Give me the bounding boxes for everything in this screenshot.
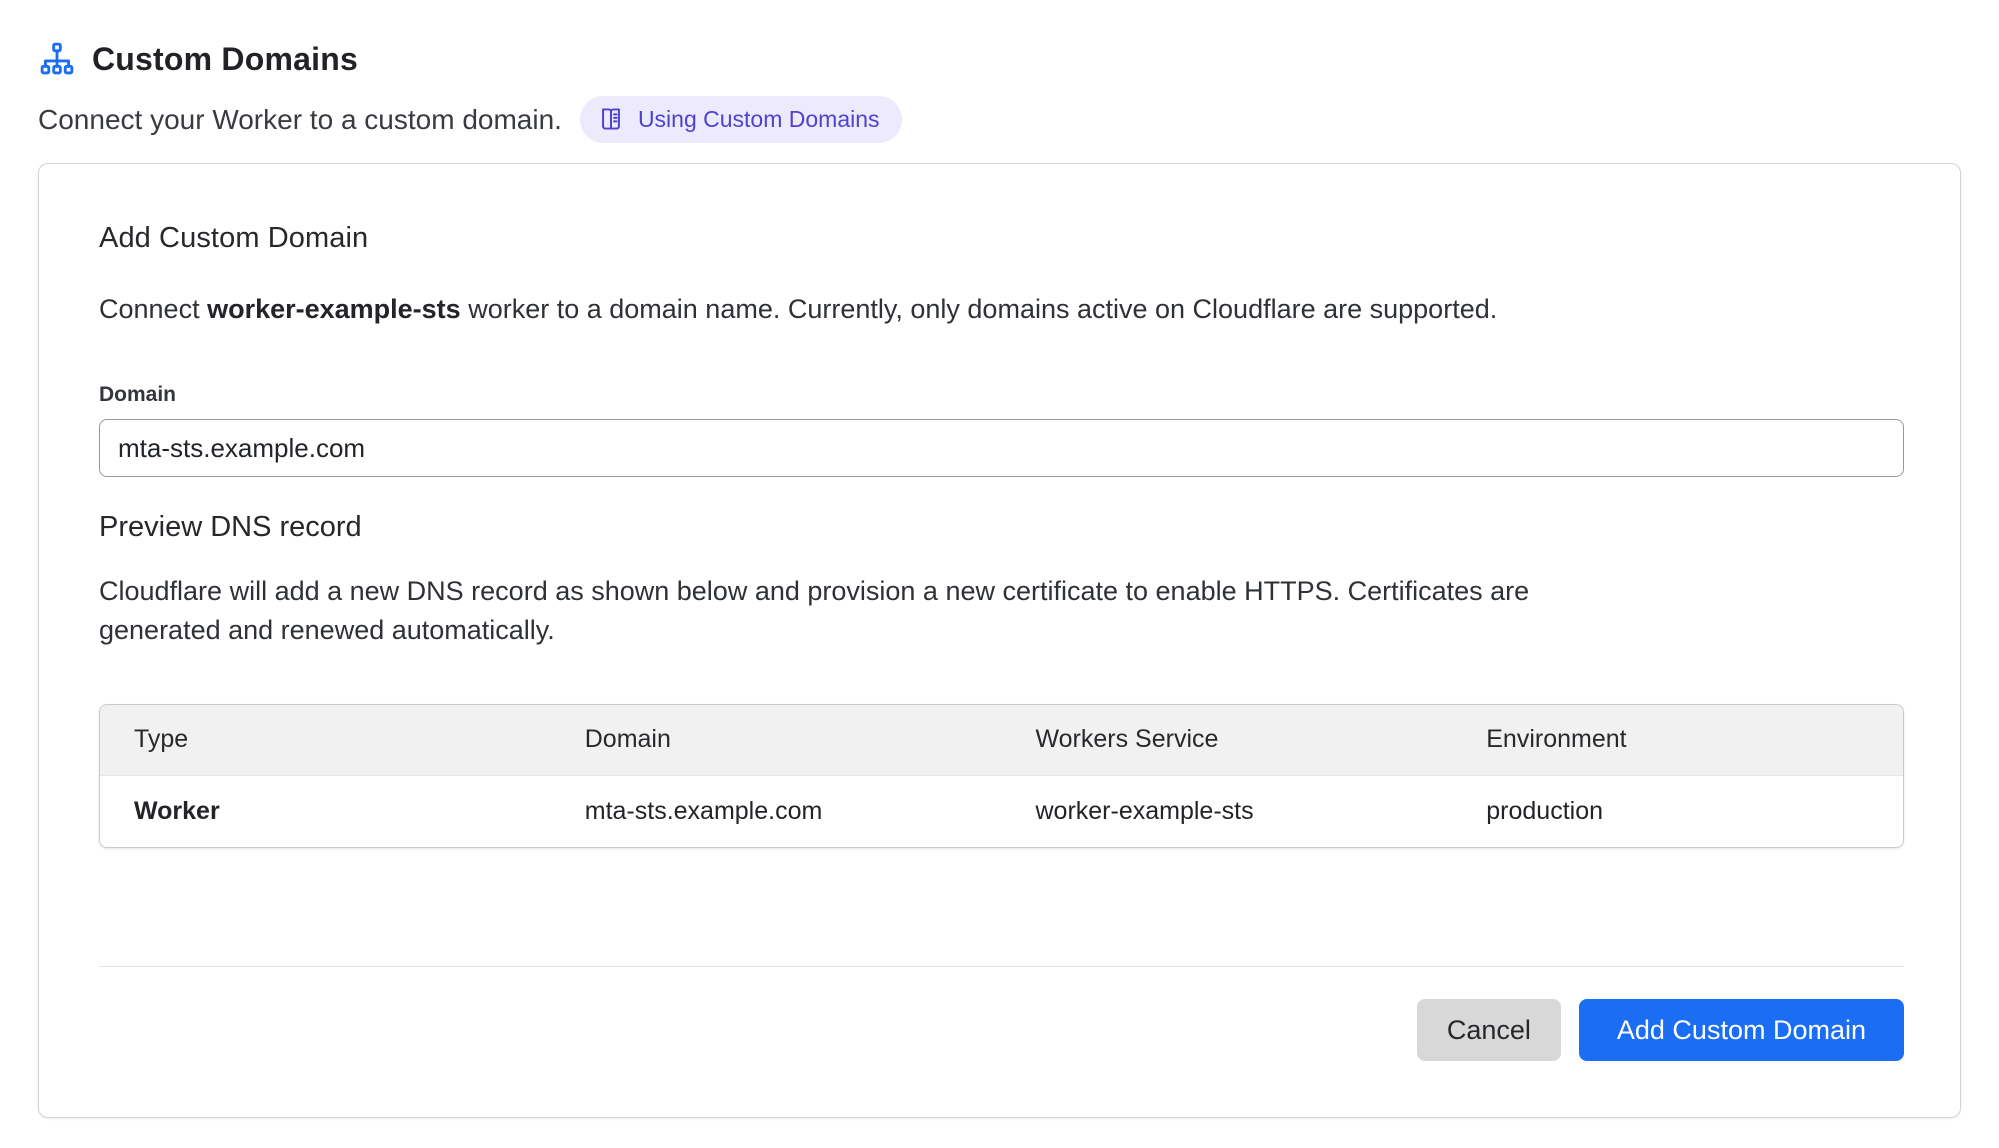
- cell-domain: mta-sts.example.com: [551, 775, 1002, 847]
- custom-domains-page: Custom Domains Connect your Worker to a …: [0, 0, 1999, 1118]
- page-subtitle: Connect your Worker to a custom domain.: [38, 104, 562, 136]
- column-header-domain: Domain: [551, 705, 1002, 775]
- using-custom-domains-link[interactable]: Using Custom Domains: [580, 96, 902, 143]
- cell-workers-service: worker-example-sts: [1002, 775, 1453, 847]
- description-prefix: Connect: [99, 294, 207, 324]
- card-description: Connect worker-example-sts worker to a d…: [99, 291, 1904, 327]
- page-title: Custom Domains: [92, 41, 358, 78]
- preview-dns-heading: Preview DNS record: [99, 511, 1904, 544]
- description-suffix: worker to a domain name. Currently, only…: [461, 294, 1498, 324]
- cancel-button[interactable]: Cancel: [1417, 999, 1561, 1061]
- preview-dns-description: Cloudflare will add a new DNS record as …: [99, 572, 1599, 650]
- open-book-icon: [597, 105, 625, 133]
- table-header-row: Type Domain Workers Service Environment: [100, 705, 1903, 775]
- domain-field-label: Domain: [99, 383, 1904, 407]
- dns-preview-table: Type Domain Workers Service Environment …: [99, 704, 1904, 848]
- table-row: Worker mta-sts.example.com worker-exampl…: [100, 775, 1903, 847]
- subtitle-row: Connect your Worker to a custom domain. …: [38, 96, 1961, 143]
- column-header-type: Type: [100, 705, 551, 775]
- domain-input[interactable]: [99, 419, 1904, 477]
- footer-divider: [99, 966, 1904, 967]
- column-header-environment: Environment: [1452, 705, 1903, 775]
- card-footer: Cancel Add Custom Domain: [99, 999, 1904, 1061]
- cell-type: Worker: [100, 775, 551, 847]
- add-custom-domain-card: Add Custom Domain Connect worker-example…: [38, 163, 1961, 1118]
- sitemap-icon: [38, 40, 76, 78]
- cell-environment: production: [1452, 775, 1903, 847]
- using-custom-domains-label: Using Custom Domains: [638, 106, 880, 133]
- page-header: Custom Domains: [38, 40, 1961, 78]
- column-header-workers-service: Workers Service: [1002, 705, 1453, 775]
- card-heading: Add Custom Domain: [99, 222, 1904, 255]
- worker-name: worker-example-sts: [207, 294, 461, 324]
- add-custom-domain-button[interactable]: Add Custom Domain: [1579, 999, 1904, 1061]
